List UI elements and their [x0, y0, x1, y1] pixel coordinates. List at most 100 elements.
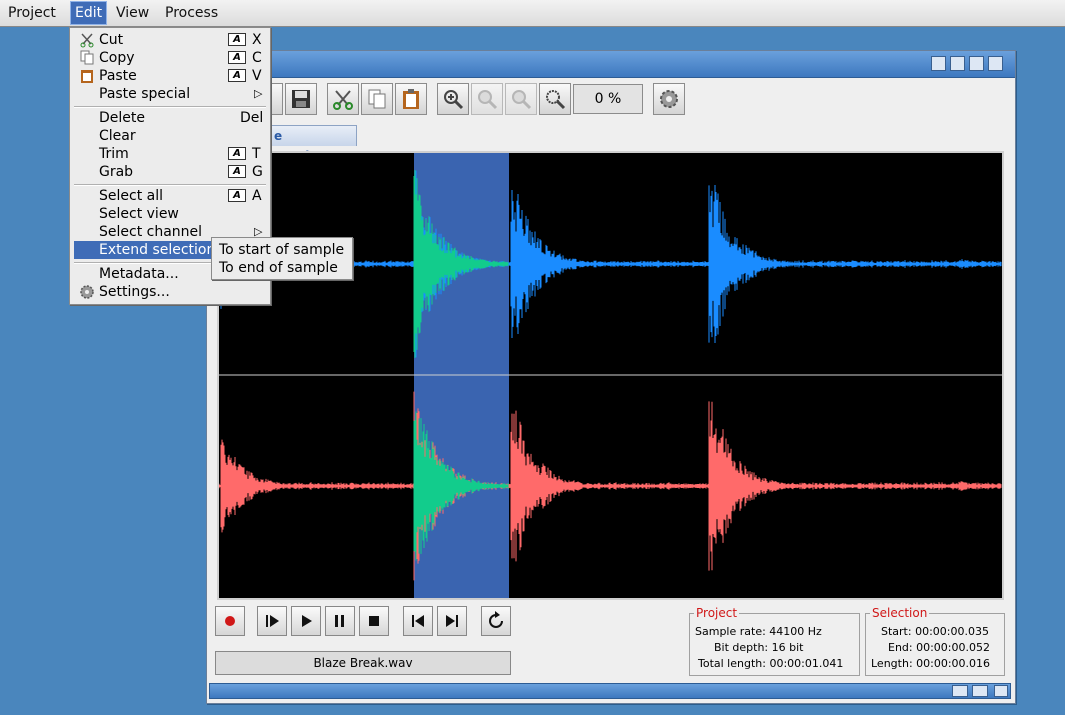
menu-item-label: Metadata...	[99, 265, 179, 283]
menu-item-label: Cut	[99, 31, 123, 49]
menu-item-label: Select all	[99, 187, 163, 205]
zoom-selection-icon	[510, 88, 532, 110]
loop-button[interactable]	[481, 606, 511, 636]
zoom-selection-button[interactable]	[505, 83, 537, 115]
amiga-key-icon: A	[228, 165, 246, 178]
submenu-item-to-end[interactable]: To end of sample	[219, 259, 338, 277]
menu-item-label: Paste	[99, 67, 137, 85]
loop-icon	[482, 607, 510, 635]
selection-start-text: Start: 00:00:00.035	[881, 625, 989, 638]
menu-shortcut: G	[252, 163, 263, 181]
menu-item-trim[interactable]: Trim A T	[74, 145, 268, 163]
editor-window: e 0 %	[206, 50, 1016, 704]
selection-end-text: End: 00:00:00.052	[888, 641, 990, 654]
menu-item-cut[interactable]: Cut A X	[74, 31, 268, 49]
stop-icon	[360, 607, 388, 635]
menu-edit[interactable]: Edit	[70, 1, 107, 25]
record-icon	[216, 607, 244, 635]
play-button[interactable]	[291, 606, 321, 636]
total-length-text: Total length: 00:00:01.041	[698, 657, 843, 670]
menu-shortcut: C	[252, 49, 262, 67]
clipboard-icon	[400, 88, 422, 110]
zoom-out-button[interactable]	[471, 83, 503, 115]
menu-item-paste[interactable]: Paste A V	[74, 67, 268, 85]
filename-display: Blaze Break.wav	[215, 651, 511, 675]
waveform-view[interactable]	[217, 151, 1004, 600]
waveform-canvas[interactable]	[219, 153, 1002, 598]
scissors-icon	[332, 88, 354, 110]
gear-icon	[658, 88, 680, 110]
amiga-key-icon: A	[228, 69, 246, 82]
menu-separator	[74, 184, 266, 186]
selection-length-text: Length: 00:00:00.016	[871, 657, 990, 670]
menu-item-label: Grab	[99, 163, 133, 181]
menu-process[interactable]: Process	[161, 2, 222, 24]
menu-item-clear[interactable]: Clear	[74, 127, 268, 145]
zoom-button[interactable]	[950, 56, 965, 71]
menu-item-label: Select channel	[99, 223, 202, 241]
forward-button[interactable]	[437, 606, 467, 636]
stop-button[interactable]	[359, 606, 389, 636]
menu-shortcut: X	[252, 31, 262, 49]
scissors-icon	[79, 32, 95, 48]
depth-button[interactable]	[969, 56, 984, 71]
horizontal-scrollbar[interactable]	[209, 683, 1011, 699]
gear-icon	[79, 284, 95, 300]
paste-button[interactable]	[395, 83, 427, 115]
menu-item-label: Select view	[99, 205, 179, 223]
window-titlebar[interactable]: e	[207, 51, 1015, 78]
project-info-legend: Project	[694, 606, 739, 620]
menu-item-select-all[interactable]: Select all A A	[74, 187, 268, 205]
menu-item-label: Paste special	[99, 85, 190, 103]
save-button[interactable]	[285, 83, 317, 115]
right-channel-waveform	[219, 392, 1001, 581]
menu-item-select-view[interactable]: Select view	[74, 205, 268, 223]
copy-button[interactable]	[361, 83, 393, 115]
zoom-in-icon	[442, 88, 464, 110]
skip-back-icon	[404, 607, 432, 635]
scroll-right-button[interactable]	[972, 685, 988, 697]
rewind-button[interactable]	[403, 606, 433, 636]
menu-shortcut: V	[252, 67, 262, 85]
toolbar: 0 %	[207, 78, 1015, 122]
menu-item-label: Delete	[99, 109, 145, 127]
menu-shortcut: A	[252, 187, 262, 205]
play-selection-icon	[258, 607, 286, 635]
zoom-out-icon	[476, 88, 498, 110]
menu-separator	[74, 106, 266, 108]
submenu-item-to-start[interactable]: To start of sample	[219, 241, 344, 259]
pause-button[interactable]	[325, 606, 355, 636]
menu-shortcut: Del	[240, 109, 263, 127]
menu-item-settings[interactable]: Settings...	[74, 283, 268, 301]
zoom-all-button[interactable]	[539, 83, 571, 115]
scroll-left-button[interactable]	[952, 685, 968, 697]
clipboard-icon	[79, 68, 95, 84]
menu-project[interactable]: Project	[4, 2, 60, 24]
settings-button[interactable]	[653, 83, 685, 115]
zoom-all-icon	[544, 88, 566, 110]
menu-item-label: Trim	[99, 145, 129, 163]
menu-item-copy[interactable]: Copy A C	[74, 49, 268, 67]
selection-info-legend: Selection	[870, 606, 929, 620]
pause-icon	[326, 607, 354, 635]
amiga-key-icon: A	[228, 33, 246, 46]
bit-depth-text: Bit depth: 16 bit	[714, 641, 803, 654]
zoom-level-display: 0 %	[573, 84, 643, 114]
cut-button[interactable]	[327, 83, 359, 115]
skip-forward-icon	[438, 607, 466, 635]
menu-item-paste-special[interactable]: Paste special ▷	[74, 85, 268, 103]
menu-item-label: Settings...	[99, 283, 170, 301]
selection-info-box: Selection Start: 00:00:00.035 End: 00:00…	[865, 613, 1005, 676]
copy-icon	[366, 88, 388, 110]
play-from-start-button[interactable]	[257, 606, 287, 636]
menu-view[interactable]: View	[112, 2, 153, 24]
amiga-key-icon: A	[228, 51, 246, 64]
snapshot-button[interactable]	[988, 56, 1003, 71]
zoom-in-button[interactable]	[437, 83, 469, 115]
menu-item-grab[interactable]: Grab A G	[74, 163, 268, 181]
tab-file[interactable]: e Break.wav	[267, 125, 357, 146]
menu-item-delete[interactable]: Delete Del	[74, 109, 268, 127]
resize-handle[interactable]	[994, 685, 1008, 697]
record-button[interactable]	[215, 606, 245, 636]
iconify-button[interactable]	[931, 56, 946, 71]
